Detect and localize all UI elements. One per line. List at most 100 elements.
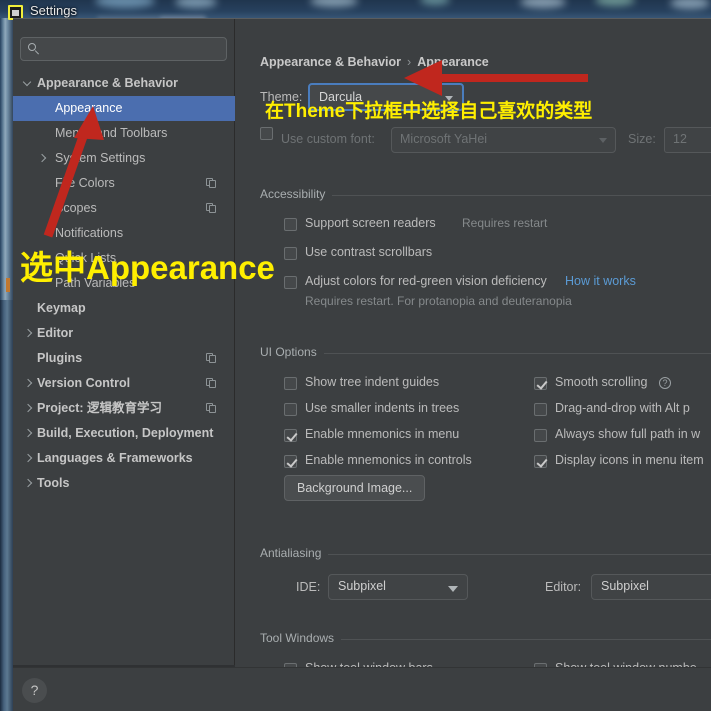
sidebar-item-system-settings[interactable]: System Settings [13, 146, 235, 171]
display-icons-menu-checkbox[interactable] [534, 455, 547, 468]
chevron-down-icon [448, 586, 458, 592]
sidebar-item-build-execution-deployment[interactable]: Build, Execution, Deployment [13, 421, 235, 446]
custom-font-value: Microsoft YaHei [400, 132, 488, 146]
sidebar-item-file-colors[interactable]: File Colors [13, 171, 235, 196]
copy-icon[interactable] [206, 403, 217, 414]
adjust-colors-hint: Requires restart. For protanopia and deu… [305, 294, 572, 308]
breadcrumb-leaf: Appearance [417, 55, 489, 69]
chevron-right-icon[interactable] [23, 329, 33, 339]
tool-windows-section: Tool Windows Show tool window bars Show … [260, 631, 711, 667]
tool-windows-title: Tool Windows [260, 631, 342, 645]
adjust-colors-checkbox[interactable] [284, 276, 297, 289]
sidebar-item-label: Appearance [55, 101, 123, 115]
chevron-right-icon[interactable] [37, 154, 47, 164]
sidebar-item-label: Project: 逻辑教育学习 [37, 401, 163, 415]
chevron-right-icon[interactable] [23, 479, 33, 489]
copy-icon[interactable] [206, 203, 217, 214]
editor-antialiasing-dropdown[interactable]: Subpixel [591, 574, 711, 600]
accessibility-section: Accessibility Support screen readers Req… [260, 187, 711, 308]
sidebar-item-languages-frameworks[interactable]: Languages & Frameworks [13, 446, 235, 471]
breadcrumb-root[interactable]: Appearance & Behavior [260, 55, 401, 69]
search-icon [28, 43, 40, 55]
use-smaller-indents-checkbox[interactable] [284, 403, 297, 416]
mnemonics-controls-checkbox[interactable] [284, 455, 297, 468]
show-tree-indent-guides-label: Show tree indent guides [305, 375, 440, 389]
sidebar-item-appearance[interactable]: Appearance [13, 96, 235, 121]
copy-icon[interactable] [206, 353, 217, 364]
ide-antialiasing-dropdown[interactable]: Subpixel [328, 574, 468, 600]
help-icon[interactable]: ? [659, 377, 671, 389]
sidebar-item-label: Scopes [55, 201, 97, 215]
sidebar-item-plugins[interactable]: Plugins [13, 346, 235, 371]
window-title: Settings [30, 3, 77, 18]
copy-icon[interactable] [206, 378, 217, 389]
sidebar-item-label: File Colors [55, 176, 115, 190]
custom-font-dropdown[interactable]: Microsoft YaHei [391, 127, 616, 153]
font-size-label: Size: [628, 132, 656, 146]
sidebar-item-label: Keymap [37, 301, 86, 315]
sidebar-item-version-control[interactable]: Version Control [13, 371, 235, 396]
chevron-right-icon[interactable] [23, 379, 33, 389]
sidebar-item-label: Version Control [37, 376, 131, 390]
sidebar-item-scopes[interactable]: Scopes [13, 196, 235, 221]
antialiasing-title: Antialiasing [260, 546, 329, 560]
smooth-scrolling-checkbox[interactable] [534, 377, 547, 390]
sidebar-item-label: Appearance & Behavior [37, 76, 179, 90]
display-icons-menu-label: Display icons in menu item [555, 453, 704, 467]
chevron-down-icon[interactable] [23, 79, 33, 89]
mnemonics-menu-label: Enable mnemonics in menu [305, 427, 460, 441]
sidebar-item-editor[interactable]: Editor [13, 321, 235, 346]
how-it-works-link[interactable]: How it works [565, 274, 636, 288]
copy-icon[interactable] [206, 178, 217, 189]
custom-font-row: Use custom font: Microsoft YaHei Size: 1… [260, 127, 711, 155]
window-frame-left-lower [0, 300, 13, 711]
sidebar-item-project[interactable]: Project: 逻辑教育学习 [13, 396, 235, 421]
antialiasing-section: Antialiasing IDE: Subpixel Editor: Subpi… [260, 546, 711, 600]
always-show-full-path-checkbox[interactable] [534, 429, 547, 442]
drag-and-drop-alt-checkbox[interactable] [534, 403, 547, 416]
ui-options-section: UI Options Show tree indent guides Use s… [260, 345, 711, 501]
chevron-down-icon [599, 138, 607, 143]
support-screen-readers-checkbox[interactable] [284, 218, 297, 231]
annotation-sidebar-text: 选中Appearance [20, 249, 275, 286]
sidebar-item-menus-and-toolbars[interactable]: Menus and Toolbars [13, 121, 235, 146]
smooth-scrolling-label: Smooth scrolling [555, 375, 648, 389]
use-contrast-scrollbars-checkbox[interactable] [284, 247, 297, 260]
breadcrumb: Appearance & Behavior › Appearance [260, 55, 489, 69]
sidebar-item-tools[interactable]: Tools [13, 471, 235, 496]
show-tree-indent-guides-checkbox[interactable] [284, 377, 297, 390]
chevron-right-icon[interactable] [23, 454, 33, 464]
editor-antialiasing-value: Subpixel [601, 579, 649, 593]
window-frame-accent [6, 278, 10, 292]
use-custom-font-checkbox[interactable] [260, 127, 273, 140]
sidebar-item-keymap[interactable]: Keymap [13, 296, 235, 321]
sidebar-item-label: Editor [37, 326, 74, 340]
dialog-bottom-bar: ? [13, 667, 711, 711]
sidebar-item-label: Tools [37, 476, 70, 490]
font-size-field[interactable]: 12 [664, 127, 711, 153]
sidebar-item-label: Build, Execution, Deployment [37, 426, 214, 440]
use-smaller-indents-label: Use smaller indents in trees [305, 401, 460, 415]
adjust-colors-label: Adjust colors for red-green vision defic… [305, 274, 547, 288]
ide-label-text: IDE: [296, 580, 321, 594]
antialiasing-header: Antialiasing [260, 546, 711, 562]
accessibility-title: Accessibility [260, 187, 333, 201]
sidebar-search[interactable] [20, 37, 227, 61]
breadcrumb-separator: › [407, 55, 412, 69]
support-screen-readers-label: Support screen readers [305, 216, 436, 230]
background-image-button[interactable]: Background Image... [284, 475, 426, 501]
drag-and-drop-alt-label: Drag-and-drop with Alt p [555, 401, 690, 415]
screenshot-root: Settings Appearance & Behavior Appearance… [0, 0, 711, 711]
sidebar-item-label: Menus and Toolbars [55, 126, 168, 140]
use-contrast-scrollbars-label: Use contrast scrollbars [305, 245, 433, 259]
sidebar-item-label: Plugins [37, 351, 83, 365]
help-button[interactable]: ? [22, 678, 47, 703]
tool-windows-header: Tool Windows [260, 631, 711, 647]
mnemonics-menu-checkbox[interactable] [284, 429, 297, 442]
mnemonics-controls-label: Enable mnemonics in controls [305, 453, 472, 467]
search-input[interactable] [20, 37, 227, 61]
chevron-right-icon[interactable] [23, 404, 33, 414]
sidebar-item-appearance-behavior[interactable]: Appearance & Behavior [13, 71, 235, 96]
chevron-right-icon[interactable] [23, 429, 33, 439]
ide-antialiasing-value: Subpixel [338, 579, 386, 593]
